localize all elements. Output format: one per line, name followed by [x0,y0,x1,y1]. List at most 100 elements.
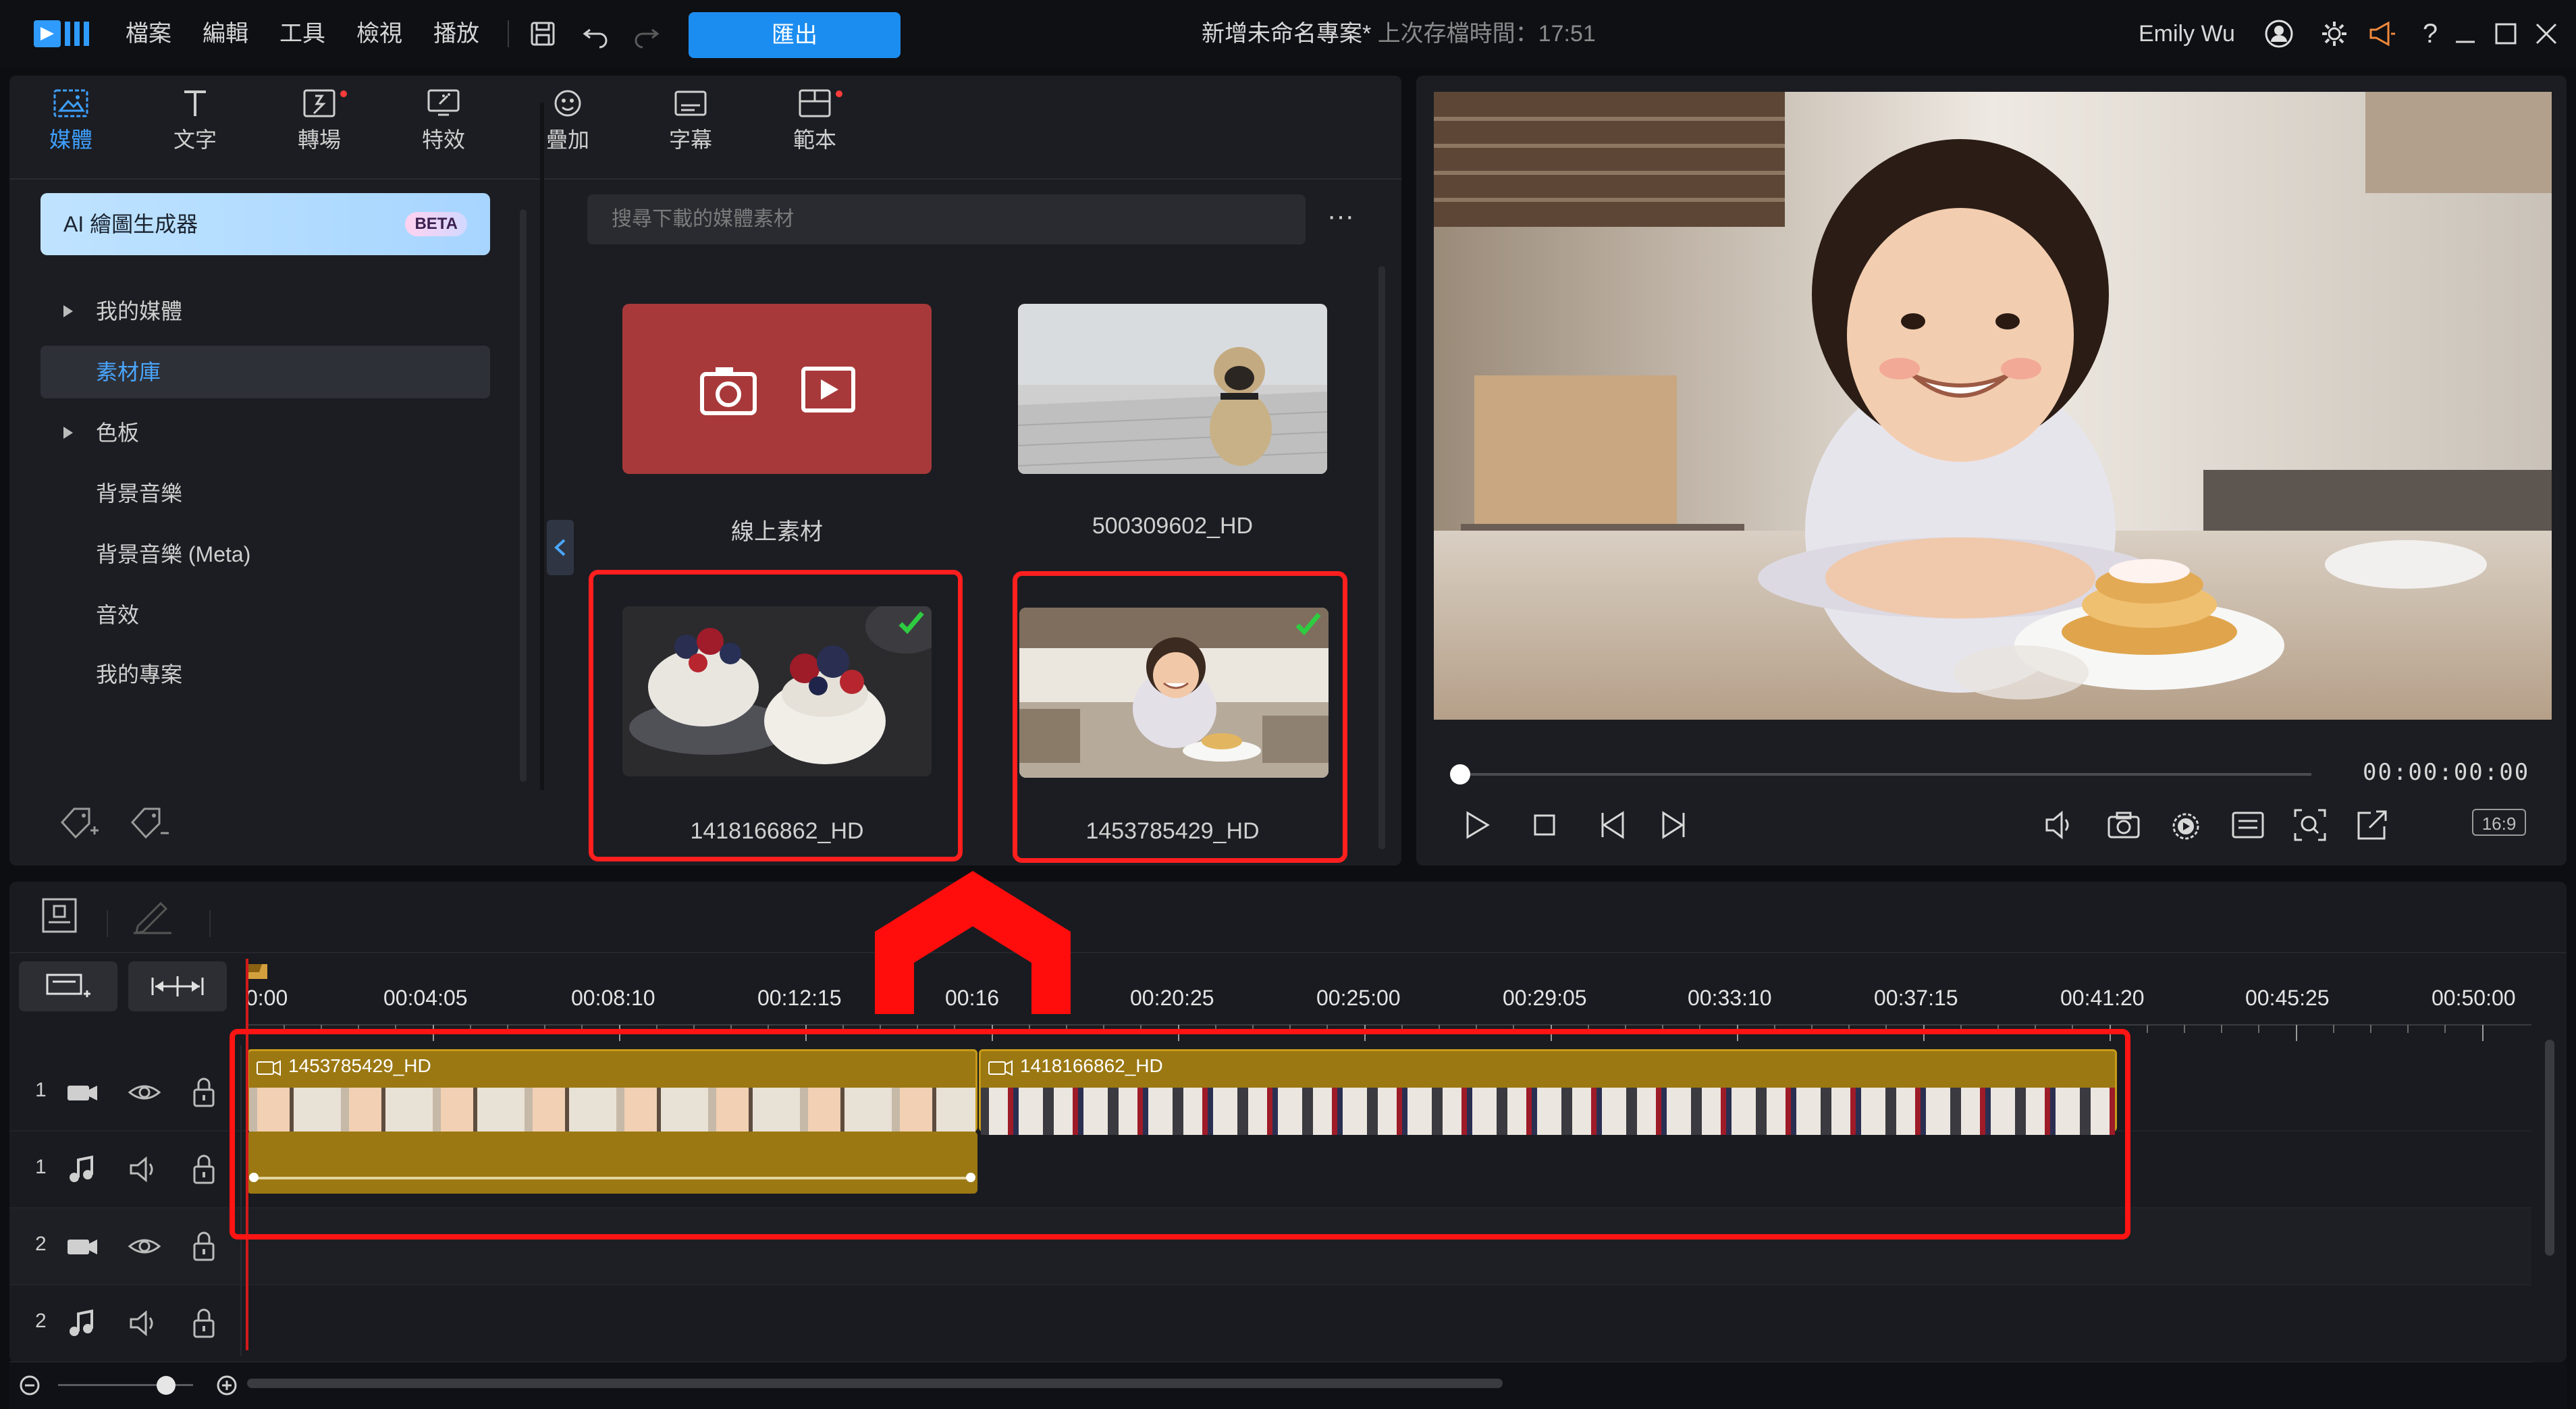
undo-icon[interactable] [581,19,610,49]
zoom-out-icon[interactable] [19,1375,41,1396]
sidebar-item-label: 背景音樂 (Meta) [96,542,251,566]
menu-divider [508,20,509,47]
speaker-mute-icon[interactable] [127,1308,162,1338]
sidebar-item-color-board[interactable]: 色板 [41,406,490,459]
menu-play[interactable]: 播放 [433,19,479,49]
lock-icon[interactable] [189,1307,219,1339]
minimize-icon[interactable] [2450,19,2480,49]
sidebar-item-label: 音效 [96,603,140,627]
menu-tools[interactable]: 工具 [279,19,325,49]
collapse-sidebar-button[interactable] [547,520,574,575]
ai-image-generator-button[interactable]: AI 繪圖生成器 BETA [41,193,490,255]
ruler-time-label: 00:20:25 [1130,986,1214,1010]
track-row-audio-2 [9,1285,2531,1362]
detach-preview-icon[interactable] [2353,806,2391,844]
library-scrollbar[interactable] [1378,266,1385,849]
media-thumbnail-1453785429[interactable] [1019,608,1329,778]
track-number: 1 [35,1079,47,1101]
audio-track-icon [65,1308,100,1338]
media-thumbnail-1418166862[interactable] [622,606,932,776]
tab-template-label: 範本 [793,128,836,152]
template-icon [799,89,831,117]
timeline-vertical-scrollbar[interactable] [2545,1040,2554,1256]
eye-visibility-icon[interactable] [127,1231,162,1261]
lock-icon[interactable] [189,1230,219,1262]
user-name[interactable]: Emily Wu [2139,19,2235,49]
ruler-time-label: 00:08:10 [571,986,655,1010]
tab-transition[interactable]: 轉場 [282,86,356,174]
text-icon [184,90,206,116]
tab-effects[interactable]: 特效 [406,86,481,174]
playback-quality-icon[interactable] [2167,806,2205,844]
stop-icon[interactable] [1526,806,1563,844]
add-tag-icon[interactable] [58,803,101,841]
edit-pen-icon[interactable] [128,895,177,936]
ruler-time-label: 00:45:25 [2245,986,2330,1010]
track-manager-icon[interactable] [39,895,80,936]
preview-video-frame [1434,92,2552,720]
expand-caret-icon [63,305,73,317]
sidebar-item-label: 素材庫 [96,360,161,384]
sidebar-item-sound-effects[interactable]: 音效 [41,589,490,641]
sidebar-scrollbar[interactable] [520,209,527,782]
timeline-horizontal-scrollbar[interactable] [247,1379,1503,1388]
video-play-icon [801,367,855,413]
online-content-thumbnail[interactable] [622,304,932,474]
sidebar-item-my-projects[interactable]: 我的專案 [41,648,490,701]
scrub-handle[interactable] [1450,764,1470,785]
transition-icon [303,89,336,117]
remove-tag-icon[interactable] [128,803,171,841]
lock-icon[interactable] [189,1076,219,1109]
timeline-toolbar [9,882,2567,953]
new-badge-dot [340,90,347,97]
subtitle-list-icon[interactable] [2229,806,2267,844]
ruler-time-label: 00:50:00 [2432,986,2516,1010]
eye-visibility-icon[interactable] [127,1078,162,1107]
menu-view[interactable]: 檢視 [356,19,402,49]
video-track-icon [65,1231,100,1261]
beta-badge: BETA [405,212,467,236]
announcement-megaphone-icon[interactable] [2367,19,2396,49]
settings-gear-icon[interactable] [2319,19,2349,49]
zoom-preview-icon[interactable] [2291,806,2329,844]
media-thumbnail-500309602[interactable] [1018,304,1327,474]
sidebar-item-bgm[interactable]: 背景音樂 [41,467,490,520]
tab-subtitle[interactable]: 字幕 [653,86,728,174]
snapshot-camera-icon[interactable] [2105,806,2143,844]
zoom-slider-handle[interactable] [157,1376,176,1395]
previous-frame-icon[interactable] [1594,806,1632,844]
zoom-in-icon[interactable] [216,1375,238,1396]
tab-media[interactable]: 媒體 [34,86,108,174]
export-button[interactable]: 匯出 [689,12,901,58]
more-options-icon[interactable]: ··· [1327,203,1368,230]
sidebar-item-label: 我的媒體 [96,299,183,323]
aspect-ratio-button[interactable]: 16:9 [2472,809,2526,836]
app-logo-icon [34,16,92,51]
save-icon[interactable] [528,19,558,49]
maximize-icon[interactable] [2491,19,2521,49]
fit-timeline-button[interactable] [128,961,227,1011]
tab-template[interactable]: 範本 [778,86,852,174]
preview-scrub-bar[interactable] [1461,773,2311,776]
sidebar-item-library[interactable]: 素材庫 [41,346,490,398]
sidebar-item-bgm-meta[interactable]: 背景音樂 (Meta) [41,528,490,581]
menu-file[interactable]: 檔案 [126,19,171,49]
drag-arrow-indicator [875,871,1071,1014]
next-frame-icon[interactable] [1654,806,1692,844]
lock-icon[interactable] [189,1153,219,1186]
tab-text[interactable]: 文字 [158,86,232,174]
account-icon[interactable] [2264,19,2294,49]
speaker-mute-icon[interactable] [127,1154,162,1184]
volume-icon[interactable] [2041,806,2079,844]
help-icon[interactable]: ? [2415,19,2445,49]
redo-icon[interactable] [632,19,662,49]
play-icon[interactable] [1458,806,1496,844]
sidebar-item-my-media[interactable]: 我的媒體 [41,285,490,338]
ruler-time-label: 0:00 [246,986,288,1010]
add-track-button[interactable] [19,961,117,1011]
ruler-time-label: 00:12:15 [757,986,842,1010]
close-icon[interactable] [2531,19,2561,49]
menu-edit[interactable]: 編輯 [203,19,248,49]
playhead-handle[interactable] [246,963,270,982]
library-search-input[interactable]: 搜尋下載的媒體素材 [587,194,1306,244]
